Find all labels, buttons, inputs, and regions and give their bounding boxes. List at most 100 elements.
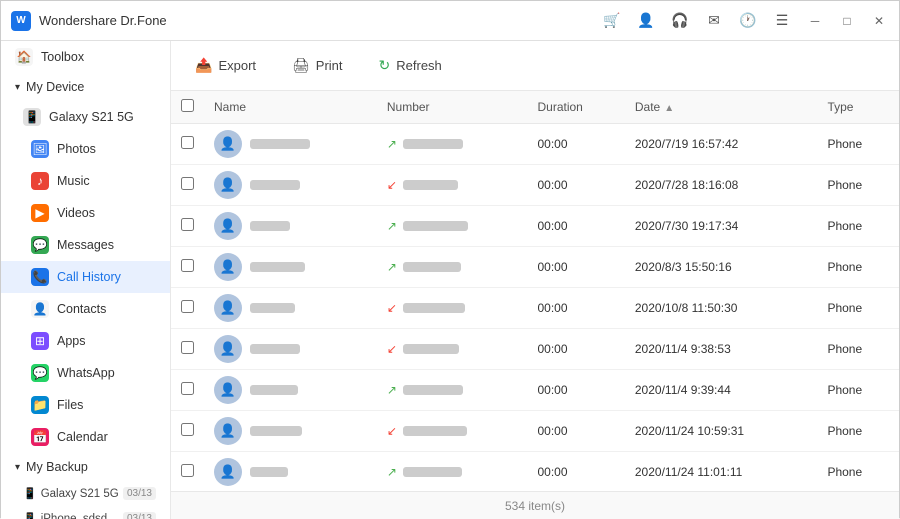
table-row: 👤 ↗ 00:00 2020/7/19 16:57:42 Phone [171,124,899,165]
toolbox-icon: 🏠 [15,48,33,66]
phone-number [403,139,463,149]
th-date[interactable]: Date▲ [625,91,818,124]
sidebar-item-videos[interactable]: ▶ Videos [1,197,170,229]
avatar: 👤 [214,417,242,445]
sidebar-item-messages[interactable]: 💬 Messages [1,229,170,261]
avatar: 👤 [214,171,242,199]
th-checkbox[interactable] [171,91,204,124]
sidebar-item-callhistory[interactable]: 📞 Call History [1,261,170,293]
sidebar-item-music[interactable]: ♪ Music [1,165,170,197]
row-type-cell: Phone [817,288,899,329]
contact-name [250,344,300,354]
call-direction-icon: ↙ [387,301,397,315]
app-body: 🏠 Toolbox ▾ My Device 📱 Galaxy S21 5G 🖼 … [1,41,899,519]
row-date-cell: 2020/11/4 9:38:53 [625,329,818,370]
row-checkbox[interactable] [181,423,194,436]
row-checkbox-cell[interactable] [171,165,204,206]
row-number-cell: ↗ [377,370,528,411]
row-date-cell: 2020/11/24 10:59:31 [625,411,818,452]
user-icon[interactable]: 👤 [635,10,657,32]
row-checkbox-cell[interactable] [171,288,204,329]
close-button[interactable]: ✕ [869,11,889,31]
row-date-cell: 2020/7/19 16:57:42 [625,124,818,165]
row-checkbox-cell[interactable] [171,452,204,492]
th-name[interactable]: Name [204,91,377,124]
row-checkbox[interactable] [181,136,194,149]
duration-value: 00:00 [537,342,567,356]
sidebar-item-galaxy[interactable]: 📱 Galaxy S21 5G [1,101,170,133]
row-checkbox-cell[interactable] [171,370,204,411]
row-checkbox[interactable] [181,300,194,313]
menu-icon[interactable]: ☰ [771,10,793,32]
row-checkbox[interactable] [181,259,194,272]
duration-value: 00:00 [537,424,567,438]
print-icon: 🖨 [292,57,310,74]
avatar: 👤 [214,130,242,158]
row-checkbox[interactable] [181,382,194,395]
cart-icon[interactable]: 🛒 [601,10,623,32]
phone-number [403,426,467,436]
sidebar-item-whatsapp[interactable]: 💬 WhatsApp [1,357,170,389]
row-name-cell: 👤 [204,124,377,165]
contact-name [250,221,290,231]
row-checkbox[interactable] [181,464,194,477]
row-checkbox[interactable] [181,177,194,190]
row-number-cell: ↗ [377,247,528,288]
row-checkbox-cell[interactable] [171,206,204,247]
date-value: 2020/11/4 9:38:53 [635,342,731,356]
backup-item-galaxy[interactable]: 📱 Galaxy S21 5G 03/13 [1,481,170,506]
title-bar-left: W Wondershare Dr.Fone [11,11,167,31]
avatar: 👤 [214,294,242,322]
phone-number [403,303,465,313]
sidebar-item-files[interactable]: 📁 Files [1,389,170,421]
my-backup-label: My Backup [26,460,88,474]
row-checkbox-cell[interactable] [171,329,204,370]
row-checkbox-cell[interactable] [171,247,204,288]
th-number[interactable]: Number [377,91,528,124]
chevron-icon: ▾ [15,82,20,93]
th-type[interactable]: Type [817,91,899,124]
row-checkbox[interactable] [181,218,194,231]
chevron-backup-icon: ▾ [15,462,20,473]
avatar: 👤 [214,253,242,281]
history-icon[interactable]: 🕐 [737,10,759,32]
type-value: Phone [827,260,862,274]
row-date-cell: 2020/11/4 9:39:44 [625,370,818,411]
row-checkbox-cell[interactable] [171,411,204,452]
contact-name [250,180,300,190]
row-type-cell: Phone [817,329,899,370]
contact-name [250,303,295,313]
sidebar-my-backup-toggle[interactable]: ▾ My Backup [1,453,170,481]
th-duration[interactable]: Duration [527,91,624,124]
select-all-checkbox[interactable] [181,99,194,112]
duration-value: 00:00 [537,260,567,274]
row-type-cell: Phone [817,206,899,247]
toolbar: 📤 Export 🖨 Print ↻ Refresh [171,41,899,91]
table-row: 👤 ↗ 00:00 2020/11/4 9:39:44 Phone [171,370,899,411]
row-checkbox-cell[interactable] [171,124,204,165]
backup-item-iphone-sdsd[interactable]: 📱 iPhone_sdsd 03/13 [1,506,170,519]
print-button[interactable]: 🖨 Print [284,52,351,79]
sidebar-item-contacts[interactable]: 👤 Contacts [1,293,170,325]
refresh-button[interactable]: ↻ Refresh [371,52,450,79]
sidebar-item-photos[interactable]: 🖼 Photos [1,133,170,165]
type-value: Phone [827,342,862,356]
export-button[interactable]: 📤 Export [187,52,264,79]
sidebar-my-device-toggle[interactable]: ▾ My Device [1,73,170,101]
sidebar-item-apps[interactable]: ⊞ Apps [1,325,170,357]
row-number-cell: ↙ [377,165,528,206]
row-duration-cell: 00:00 [527,124,624,165]
row-duration-cell: 00:00 [527,452,624,492]
maximize-button[interactable]: □ [837,11,857,31]
sidebar-item-calendar[interactable]: 📅 Calendar [1,421,170,453]
headset-icon[interactable]: 🎧 [669,10,691,32]
duration-value: 00:00 [537,465,567,479]
my-device-label: My Device [26,80,84,94]
row-duration-cell: 00:00 [527,247,624,288]
mail-icon[interactable]: ✉ [703,10,725,32]
status-bar: 534 item(s) [171,491,899,519]
content-area: 📤 Export 🖨 Print ↻ Refresh Name Number [171,41,899,519]
sidebar-item-toolbox[interactable]: 🏠 Toolbox [1,41,170,73]
row-checkbox[interactable] [181,341,194,354]
minimize-button[interactable]: ─ [805,11,825,31]
